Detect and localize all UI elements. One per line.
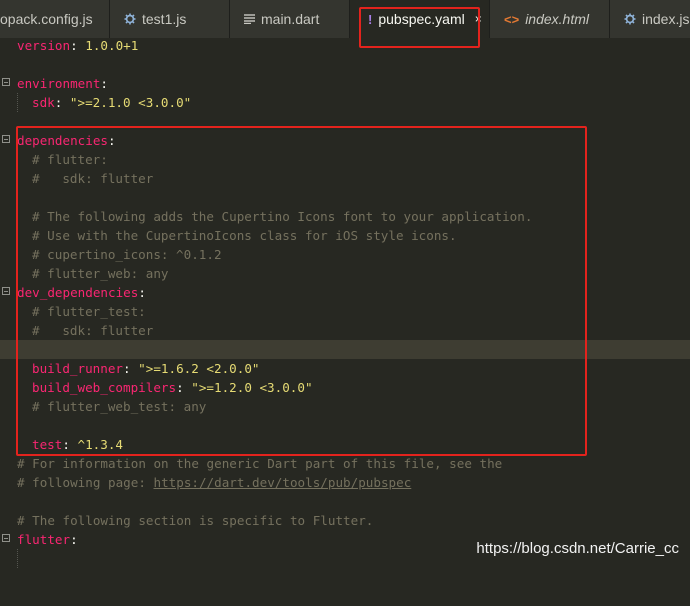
- tab-pubspec-yaml[interactable]: ! pubspec.yaml ×: [350, 0, 489, 38]
- fold-toggle-icon[interactable]: [2, 534, 10, 542]
- code-brackets-icon: <>: [504, 11, 520, 27]
- watermark: https://blog.csdn.net/Carrie_cc: [476, 540, 679, 557]
- tab-index-html[interactable]: <> index.html: [490, 0, 609, 38]
- gear-icon: [624, 13, 636, 25]
- code-line: # sdk: flutter: [0, 169, 690, 188]
- lines-icon: [244, 14, 255, 24]
- code-line: # The following adds the Cupertino Icons…: [0, 207, 690, 226]
- tab-bar: opack.config.js test1.js main.dart ! pub…: [0, 0, 690, 38]
- tab-main-dart[interactable]: main.dart: [230, 0, 349, 38]
- tab-label: pubspec.yaml: [378, 11, 465, 27]
- code-line: # following page: https://dart.dev/tools…: [17, 475, 412, 490]
- tab-label: test1.js: [142, 11, 187, 27]
- tab-label: index.js: [642, 11, 690, 27]
- code-line: # Use with the CupertinoIcons class for …: [0, 226, 690, 245]
- current-line[interactable]: [0, 340, 690, 359]
- code-line: [0, 416, 690, 435]
- tab-test1-js[interactable]: test1.js: [110, 0, 229, 38]
- code-line: dependencies:: [0, 131, 690, 150]
- code-line: [0, 188, 690, 207]
- code-line: sdk: ">=2.1.0 <3.0.0": [0, 93, 690, 112]
- code-line: test: ^1.3.4: [0, 435, 690, 454]
- pubspec-doc-link[interactable]: https://dart.dev/tools/pub/pubspec: [153, 475, 411, 490]
- code-editor[interactable]: version: 1.0.0+1 environment: sdk: ">=2.…: [0, 38, 690, 568]
- code-line: dev_dependencies:: [0, 283, 690, 302]
- fold-toggle-icon[interactable]: [2, 135, 10, 143]
- code-line: environment:: [0, 74, 690, 93]
- tab-label: main.dart: [261, 11, 320, 27]
- close-icon[interactable]: ×: [475, 12, 482, 26]
- tab-label: opack.config.js: [0, 11, 93, 27]
- code-line: # flutter_test:: [0, 302, 690, 321]
- code-line: # flutter_web: any: [0, 264, 690, 283]
- code-line: build_runner: ">=1.6.2 <2.0.0": [0, 359, 690, 378]
- code-line: # flutter:: [0, 150, 690, 169]
- tab-index-js[interactable]: index.js: [610, 0, 690, 38]
- fold-toggle-icon[interactable]: [2, 287, 10, 295]
- code-line: build_web_compilers: ">=1.2.0 <3.0.0": [0, 378, 690, 397]
- code-line: # flutter_web_test: any: [0, 397, 690, 416]
- code-line: # sdk: flutter: [0, 321, 690, 340]
- tab-webpack-config[interactable]: opack.config.js: [0, 0, 109, 38]
- exclamation-icon: !: [368, 11, 373, 27]
- code-line: version: 1.0.0+1: [17, 38, 139, 53]
- tab-label: index.html: [525, 11, 589, 27]
- gear-icon: [124, 13, 136, 25]
- code-line: # For information on the generic Dart pa…: [17, 456, 503, 471]
- code-line: # cupertino_icons: ^0.1.2: [0, 245, 690, 264]
- code-line: # The following section is specific to F…: [17, 513, 374, 528]
- fold-toggle-icon[interactable]: [2, 78, 10, 86]
